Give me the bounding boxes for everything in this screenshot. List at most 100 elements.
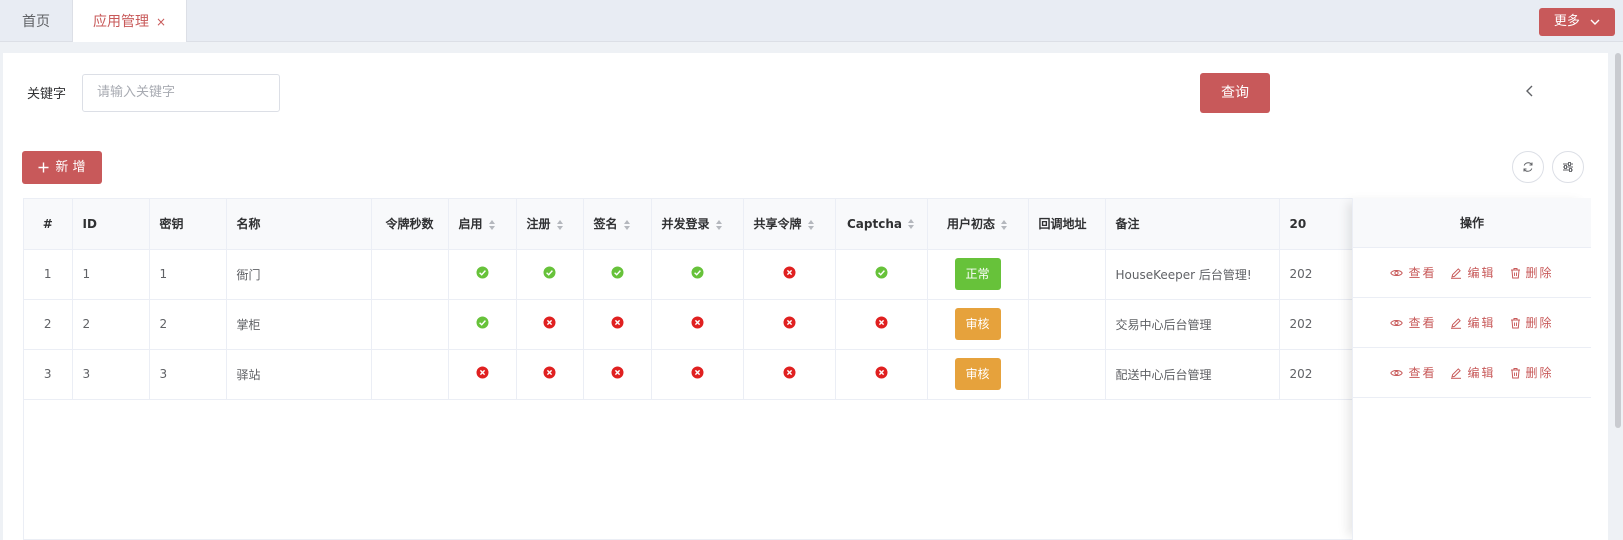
col-enabled-label: 启用 [458,217,483,232]
cell-concurrent [651,299,744,350]
col-shared-token[interactable]: 共享令牌 [743,199,836,250]
col-concurrent-login[interactable]: 并发登录 [651,199,744,250]
cell-key: 2 [149,299,227,350]
sort-icon[interactable] [907,218,915,230]
close-circle-icon [476,366,488,379]
col-captcha-label: Captcha [847,216,902,231]
user-state-badge: 审核 [954,358,1001,390]
edit-link[interactable]: 编辑 [1450,364,1495,381]
actions-column: 操作 查看 编辑 删除 查看 编辑 删除 查看 编辑 删除 [1352,198,1591,540]
user-state-badge: 正常 [954,258,1001,290]
col-sign-label: 签名 [593,217,618,232]
delete-link[interactable]: 删除 [1510,264,1554,281]
tab-bar: 首页 应用管理 × 更多 [0,0,1623,42]
close-circle-icon [611,316,623,329]
col-sign[interactable]: 签名 [583,199,652,250]
edit-label: 编辑 [1467,316,1496,330]
col-register[interactable]: 注册 [516,199,584,250]
delete-label: 删除 [1525,266,1554,280]
view-link[interactable]: 查看 [1390,264,1436,281]
edit-link[interactable]: 编辑 [1450,314,1495,331]
col-captcha[interactable]: Captcha [835,199,928,250]
column-settings-button[interactable] [1552,151,1584,183]
close-circle-icon [543,316,556,329]
vertical-scrollbar[interactable] [1615,53,1621,428]
delete-label: 删除 [1525,316,1554,330]
close-circle-icon [691,316,703,329]
cell-name: 衙门 [226,249,372,300]
cell-sign [583,249,652,300]
cell-shared-token [743,349,836,400]
tab-close-icon[interactable]: × [156,0,166,44]
col-actions: 操作 [1353,198,1591,248]
sort-icon[interactable] [488,219,496,231]
cell-register [516,299,584,350]
delete-link[interactable]: 删除 [1510,364,1554,381]
chevron-down-icon [1590,19,1600,25]
close-circle-icon [783,266,795,279]
cell-captcha [835,299,928,350]
eye-icon [1390,269,1404,276]
check-circle-icon [476,316,488,329]
trash-icon [1510,317,1520,328]
col-user-state[interactable]: 用户初态 [927,199,1029,250]
cell-name: 驿站 [226,349,372,400]
cell-shared-token [743,299,836,350]
cell-shared-token [743,249,836,300]
sliders-icon [1563,162,1573,172]
view-link[interactable]: 查看 [1390,364,1436,381]
add-button[interactable]: 新 增 [22,151,102,184]
query-button[interactable]: 查询 [1200,73,1270,113]
user-state-badge: 审核 [954,308,1001,340]
cell-concurrent [651,349,744,400]
add-button-label: 新 增 [55,160,86,175]
col-key: 密钥 [149,199,227,250]
sort-icon[interactable] [807,219,815,231]
col-user-state-label: 用户初态 [946,217,995,232]
sort-icon[interactable] [556,219,564,231]
sort-icon[interactable] [623,219,631,231]
cell-callback [1028,349,1106,400]
cell-captcha [835,249,928,300]
close-circle-icon [691,366,703,379]
more-button-label: 更多 [1553,14,1580,29]
cell-id: 3 [72,349,150,400]
tab-home[interactable]: 首页 [0,0,72,42]
col-remark: 备注 [1105,199,1280,250]
cell-index: 3 [24,349,73,400]
close-circle-icon [875,316,887,329]
actions-row: 查看 编辑 删除 [1353,248,1591,298]
chevron-left-icon[interactable] [1525,84,1535,98]
keyword-input[interactable]: 请输入关键字 [82,74,280,112]
eye-icon [1390,319,1404,326]
cell-token-seconds [371,299,449,350]
edit-icon [1451,267,1462,279]
col-register-label: 注册 [526,217,551,232]
cell-sign [583,299,652,350]
cell-captcha [835,349,928,400]
cell-key: 1 [149,249,227,300]
col-token-seconds: 令牌秒数 [371,199,449,250]
refresh-icon [1523,162,1533,172]
refresh-button[interactable] [1512,151,1544,183]
cell-enabled [448,299,517,350]
view-label: 查看 [1408,266,1437,280]
col-enabled[interactable]: 启用 [448,199,517,250]
col-id: ID [72,199,150,250]
cell-remark: 交易中心后台管理 [1105,299,1280,350]
tab-app-management[interactable]: 应用管理 × [72,0,187,42]
tab-app-label: 应用管理 [93,14,149,30]
cell-register [516,249,584,300]
view-link[interactable]: 查看 [1390,314,1436,331]
edit-link[interactable]: 编辑 [1450,264,1495,281]
more-button[interactable]: 更多 [1539,8,1615,36]
sort-icon[interactable] [715,219,723,231]
cell-index: 1 [24,249,73,300]
delete-link[interactable]: 删除 [1510,314,1554,331]
cell-enabled [448,349,517,400]
close-circle-icon [543,366,556,379]
cell-concurrent [651,249,744,300]
cell-sign [583,349,652,400]
sort-icon[interactable] [1000,219,1008,231]
col-name: 名称 [226,199,372,250]
